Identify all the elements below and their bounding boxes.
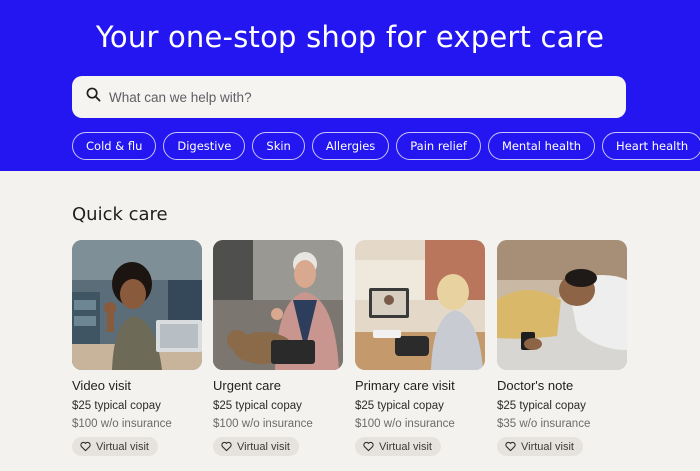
category-chips: Cold & flu Digestive Skin Allergies Pain… [72, 132, 700, 160]
card-title: Primary care visit [355, 378, 455, 393]
category-chip-mental-health[interactable]: Mental health [487, 132, 596, 160]
badge-label: Virtual visit [237, 440, 290, 453]
card-title: Urgent care [213, 378, 281, 393]
hero-banner: Your one-stop shop for expert care Cold … [0, 0, 700, 171]
category-chip-allergies[interactable]: Allergies [311, 132, 390, 160]
heart-icon [80, 441, 91, 452]
virtual-visit-badge: Virtual visit [497, 437, 583, 456]
search-bar[interactable] [72, 76, 626, 118]
badge-label: Virtual visit [521, 440, 574, 453]
woman-at-laptop-with-doctor-photo [355, 240, 485, 370]
card-copay: $25 typical copay [72, 400, 161, 412]
badge-label: Virtual visit [379, 440, 432, 453]
category-chip-pain-relief[interactable]: Pain relief [396, 132, 481, 160]
category-chip-digestive[interactable]: Digestive [163, 132, 246, 160]
woman-on-video-call-photo [72, 240, 202, 370]
care-card-primary-care-visit[interactable]: Primary care visit $25 typical copay $10… [355, 240, 485, 456]
heart-icon [505, 441, 516, 452]
quick-care-heading: Quick care [72, 204, 168, 225]
virtual-visit-badge: Virtual visit [72, 437, 158, 456]
card-copay: $25 typical copay [355, 400, 444, 412]
card-price-without-insurance: $100 w/o insurance [355, 418, 455, 430]
badge-label: Virtual visit [96, 440, 149, 453]
care-card-urgent-care[interactable]: Urgent care $25 typical copay $100 w/o i… [213, 240, 343, 456]
search-icon [86, 87, 101, 107]
care-card-video-visit[interactable]: Video visit $25 typical copay $100 w/o i… [72, 240, 202, 456]
hero-title: Your one-stop shop for expert care [95, 20, 605, 54]
card-title: Video visit [72, 378, 132, 393]
heart-icon [221, 441, 232, 452]
card-copay: $25 typical copay [497, 400, 586, 412]
category-chip-cold-flu[interactable]: Cold & flu [72, 132, 157, 160]
care-card-doctors-note[interactable]: Doctor's note $25 typical copay $35 w/o … [497, 240, 627, 456]
heart-icon [363, 441, 374, 452]
category-chip-heart-health[interactable]: Heart health [602, 132, 700, 160]
man-resting-in-bed-photo [497, 240, 627, 370]
card-price-without-insurance: $35 w/o insurance [497, 418, 591, 430]
card-price-without-insurance: $100 w/o insurance [72, 418, 172, 430]
card-price-without-insurance: $100 w/o insurance [213, 418, 313, 430]
virtual-visit-badge: Virtual visit [355, 437, 441, 456]
category-chip-skin[interactable]: Skin [252, 132, 305, 160]
virtual-visit-badge: Virtual visit [213, 437, 299, 456]
card-title: Doctor's note [497, 378, 574, 393]
search-input[interactable] [109, 82, 609, 112]
older-man-with-dog-photo [213, 240, 343, 370]
card-copay: $25 typical copay [213, 400, 302, 412]
